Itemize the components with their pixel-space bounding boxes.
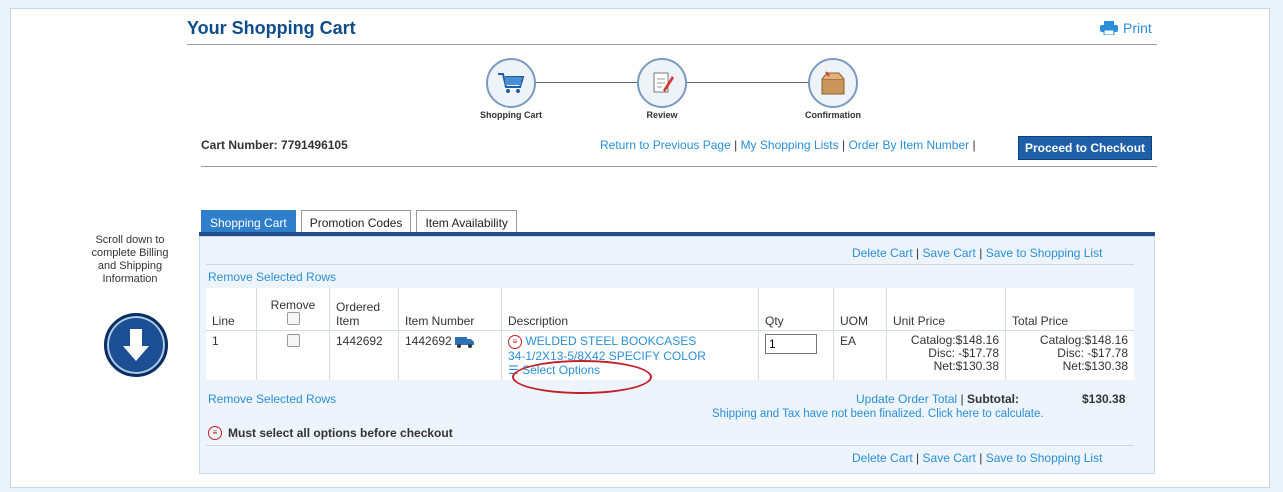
step-label: Review xyxy=(646,110,678,120)
cell-qty xyxy=(758,330,834,380)
save-to-list-link-bottom[interactable]: Save to Shopping List xyxy=(986,451,1103,465)
col-description: Description xyxy=(501,288,759,331)
truck-icon[interactable] xyxy=(455,336,475,348)
remove-selected-rows-link[interactable]: Remove Selected Rows xyxy=(208,270,336,284)
product-link[interactable]: WELDED STEEL BOOKCASES xyxy=(525,334,696,348)
col-remove: Remove xyxy=(256,288,330,331)
save-cart-link-bottom[interactable]: Save Cart xyxy=(923,451,976,465)
panel-divider xyxy=(206,264,1134,265)
scroll-note: Scroll down to complete Billing and Ship… xyxy=(91,234,169,285)
remove-selected-rows-link-bottom[interactable]: Remove Selected Rows xyxy=(208,392,336,406)
subtotal-value: $130.38 xyxy=(1082,392,1126,406)
cart-table: Line Remove Ordered Item Item Number Des… xyxy=(206,288,1134,380)
cell-total-price: Catalog:$148.16 Disc: -$17.78 Net:$130.38 xyxy=(1005,330,1134,380)
arrow-down-icon xyxy=(123,329,149,361)
col-unit-price: Unit Price xyxy=(886,288,1006,331)
proceed-to-checkout-button[interactable]: Proceed to Checkout xyxy=(1018,136,1153,160)
section-divider xyxy=(201,166,1157,167)
update-order-total-link[interactable]: Update Order Total xyxy=(856,392,957,406)
cell-remove xyxy=(256,330,330,380)
qty-input[interactable] xyxy=(765,334,817,354)
my-shopping-lists-link[interactable]: My Shopping Lists xyxy=(741,138,839,152)
highlight-oval xyxy=(512,360,652,394)
cell-ordered-item: 1442692 xyxy=(329,330,399,380)
print-button[interactable]: Print xyxy=(1100,20,1152,36)
col-uom: UOM xyxy=(833,288,887,331)
delete-cart-link-bottom[interactable]: Delete Cart xyxy=(852,451,913,465)
shipping-tax-link[interactable]: Shipping and Tax have not been finalized… xyxy=(712,408,1044,420)
col-ordered-item: Ordered Item xyxy=(329,288,399,331)
header-divider xyxy=(187,44,1157,45)
table-row: 1 1442692 1442692 ≡ WELDED STEEL BOOKCAS… xyxy=(206,330,1134,380)
save-cart-link[interactable]: Save Cart xyxy=(923,246,976,260)
printer-icon xyxy=(1100,21,1118,35)
page-title: Your Shopping Cart xyxy=(187,18,356,38)
remove-row-checkbox[interactable] xyxy=(286,334,300,347)
col-line: Line xyxy=(206,288,257,331)
col-qty: Qty xyxy=(758,288,834,331)
review-icon xyxy=(653,72,674,93)
cell-item-number: 1442692 xyxy=(398,330,502,380)
panel-actions-bottom: Delete Cart | Save Cart | Save to Shoppi… xyxy=(852,451,1103,465)
step-shopping-cart: Shopping Cart xyxy=(466,58,556,120)
cell-unit-price: Catalog:$148.16 Disc: -$17.78 Net:$130.38 xyxy=(886,330,1006,380)
select-all-checkbox[interactable] xyxy=(286,312,300,325)
order-by-item-link[interactable]: Order By Item Number xyxy=(848,138,969,152)
scroll-down-button[interactable] xyxy=(104,313,168,377)
cart-number-value: 7791496105 xyxy=(281,138,348,152)
warning-icon: ≡ xyxy=(208,426,222,440)
subtotal-label: Subtotal: xyxy=(966,392,1019,406)
panel-actions-top: Delete Cart | Save Cart | Save to Shoppi… xyxy=(852,246,1103,260)
options-required-icon: ≡ xyxy=(508,334,522,349)
cell-uom: EA xyxy=(833,330,887,380)
options-warning: ≡ Must select all options before checkou… xyxy=(208,426,453,440)
cell-line: 1 xyxy=(206,330,257,380)
delete-cart-link[interactable]: Delete Cart xyxy=(852,246,913,260)
cart-number: Cart Number: 7791496105 xyxy=(201,138,348,152)
print-label: Print xyxy=(1123,20,1152,36)
step-confirmation: Confirmation xyxy=(788,58,878,120)
col-total-price: Total Price xyxy=(1005,288,1134,331)
step-review: Review xyxy=(617,58,707,120)
col-item-number: Item Number xyxy=(398,288,502,331)
footer-divider xyxy=(206,445,1134,446)
return-link[interactable]: Return to Previous Page xyxy=(600,138,731,152)
subtotal-line: Update Order Total | Subtotal: xyxy=(856,392,1019,406)
step-label: Confirmation xyxy=(805,110,861,120)
box-icon xyxy=(821,71,845,95)
step-label: Shopping Cart xyxy=(480,110,542,120)
cart-icon xyxy=(498,73,525,93)
save-to-list-link[interactable]: Save to Shopping List xyxy=(986,246,1103,260)
top-links: Return to Previous Page | My Shopping Li… xyxy=(600,138,976,152)
